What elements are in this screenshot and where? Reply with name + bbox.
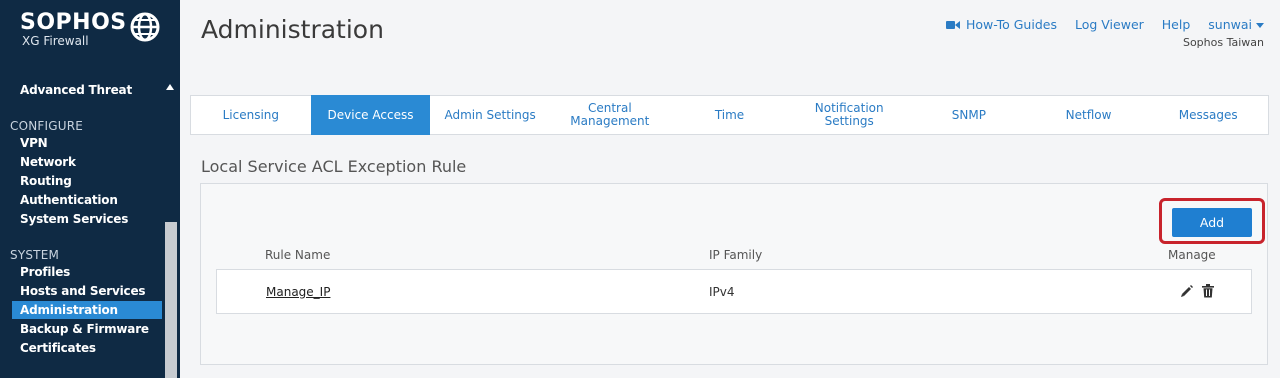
tab-admin-settings[interactable]: Admin Settings: [430, 96, 550, 134]
tab-central-management[interactable]: Central Management: [550, 96, 670, 134]
column-header-rule-name: Rule Name: [265, 248, 331, 262]
user-name: sunwai: [1208, 17, 1252, 32]
brand-name: SOPHOS: [20, 10, 127, 35]
sidebar-item-routing[interactable]: Routing: [12, 172, 162, 190]
organization-name: Sophos Taiwan: [1182, 36, 1264, 49]
tab-bar: Licensing Device Access Admin Settings C…: [190, 95, 1269, 135]
side-nav: Advanced Threat CONFIGURE VPN Network Ro…: [0, 80, 162, 378]
log-viewer-link[interactable]: Log Viewer: [1075, 17, 1144, 32]
video-camera-icon: [945, 20, 960, 29]
column-header-ip-family: IP Family: [709, 248, 763, 262]
sidebar-item-authentication[interactable]: Authentication: [12, 191, 162, 209]
sidebar-group-system: SYSTEM: [10, 248, 60, 262]
sidebar-scrollbar[interactable]: [162, 80, 180, 378]
sidebar-item-hosts-and-services[interactable]: Hosts and Services: [12, 282, 162, 300]
help-link[interactable]: Help: [1162, 17, 1191, 32]
howto-guides-link[interactable]: How-To Guides: [945, 17, 1057, 32]
edit-pencil-icon[interactable]: [1180, 284, 1194, 298]
rule-name-link[interactable]: Manage_IP: [266, 285, 330, 299]
sidebar: SOPHOS XG Firewall Advanced Threat CONFI…: [0, 0, 180, 378]
sidebar-item-backup-firmware[interactable]: Backup & Firmware: [12, 320, 162, 338]
howto-guides-label: How-To Guides: [965, 17, 1057, 32]
tab-messages[interactable]: Messages: [1148, 96, 1268, 134]
tab-time[interactable]: Time: [670, 96, 790, 134]
scroll-up-arrow-icon[interactable]: [166, 84, 174, 90]
globe-icon: [130, 12, 160, 42]
tab-licensing[interactable]: Licensing: [191, 96, 311, 134]
sidebar-item-system-services[interactable]: System Services: [12, 210, 162, 228]
tab-snmp[interactable]: SNMP: [909, 96, 1029, 134]
caret-down-icon: [1256, 23, 1264, 28]
sidebar-item-certificates[interactable]: Certificates: [12, 339, 162, 357]
tab-device-access[interactable]: Device Access: [310, 95, 431, 135]
section-title: Local Service ACL Exception Rule: [201, 157, 467, 176]
add-button[interactable]: Add: [1172, 208, 1252, 237]
tab-netflow[interactable]: Netflow: [1029, 96, 1149, 134]
user-menu[interactable]: sunwai: [1208, 17, 1264, 32]
sidebar-group-configure: CONFIGURE: [10, 119, 84, 133]
brand-product: XG Firewall: [22, 34, 89, 48]
sidebar-item-profiles[interactable]: Profiles: [12, 263, 162, 281]
ip-family-value: IPv4: [709, 285, 735, 299]
scroll-thumb[interactable]: [165, 222, 177, 378]
page-title: Administration: [201, 15, 384, 44]
sidebar-item-vpn[interactable]: VPN: [12, 134, 162, 152]
tab-notification-settings[interactable]: Notification Settings: [789, 96, 909, 134]
sidebar-item-advanced-threat[interactable]: Advanced Threat: [12, 81, 162, 99]
table-row: Manage_IP IPv4: [216, 269, 1252, 314]
top-links: How-To Guides Log Viewer Help sunwai: [928, 17, 1264, 32]
brand: SOPHOS XG Firewall: [20, 10, 160, 48]
sidebar-item-network[interactable]: Network: [12, 153, 162, 171]
sidebar-item-administration[interactable]: Administration: [12, 301, 162, 319]
delete-trash-icon[interactable]: [1202, 284, 1214, 298]
column-header-manage: Manage: [1168, 248, 1216, 262]
